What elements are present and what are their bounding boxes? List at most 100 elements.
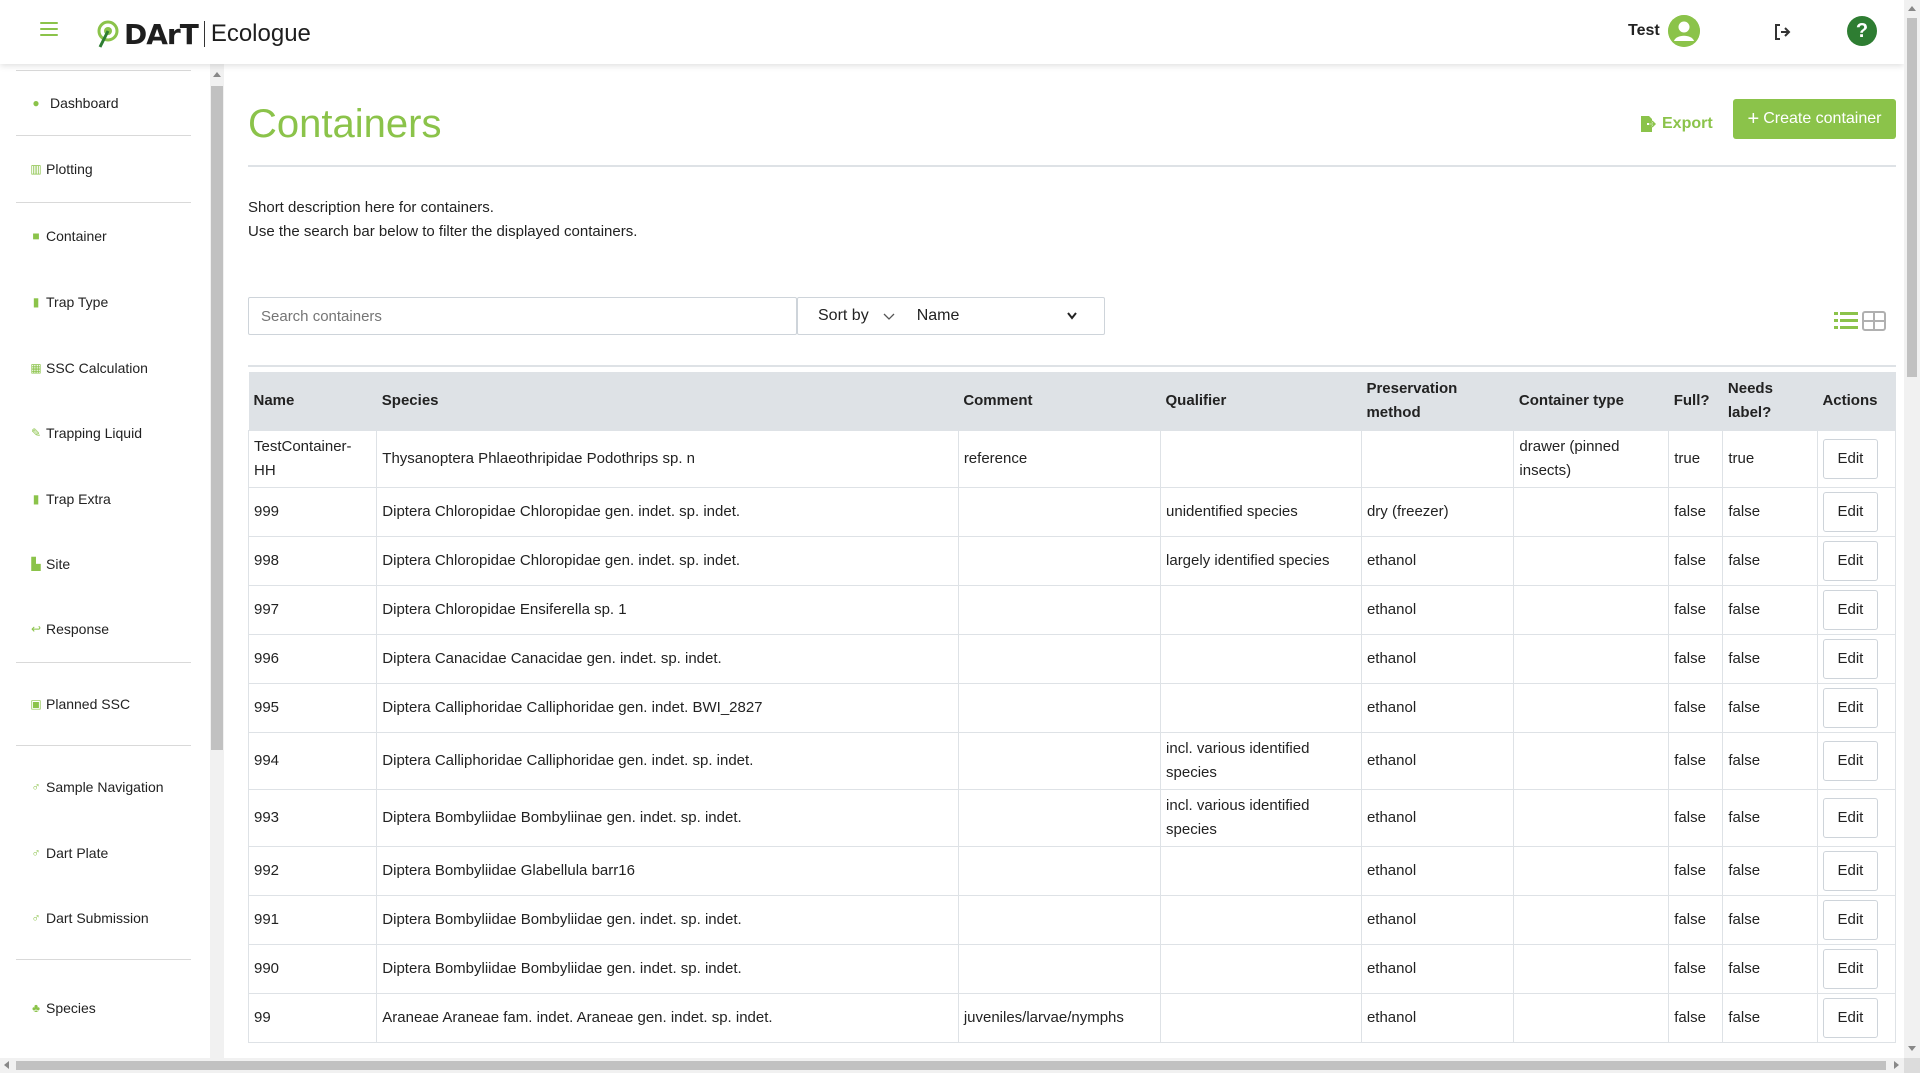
column-header-name[interactable]: Name [248, 372, 377, 430]
cell-name: 993 [247, 788, 378, 847]
column-header-container-type[interactable]: Container type [1513, 372, 1669, 430]
page-title: Containers [248, 102, 442, 146]
column-header-preservation[interactable]: Preservation method [1361, 372, 1514, 430]
sidebar-item-response[interactable]: ↩ Response [16, 596, 191, 662]
app-logo[interactable]: DArT Ecologue [96, 16, 311, 52]
cell-species: Diptera Bombyliidae Bombyliidae gen. ind… [376, 894, 959, 945]
edit-button[interactable]: Edit [1822, 997, 1878, 1038]
cell-needs-label: false [1722, 535, 1818, 586]
table-row: 996 Diptera Canacidae Canacidae gen. ind… [247, 633, 1897, 684]
cell-comment [957, 535, 1162, 586]
user-avatar-icon[interactable] [1668, 15, 1700, 47]
column-header-needs-label[interactable]: Needs label? [1722, 372, 1818, 430]
column-header-actions: Actions [1817, 372, 1896, 430]
sidebar-item-trap-extra[interactable]: ▮ Trap Extra [16, 466, 191, 531]
create-container-button[interactable]: + Create container [1733, 99, 1896, 139]
edit-button[interactable]: Edit [1822, 540, 1878, 581]
sidebar-item-ssc-calculation[interactable]: ▦ SSC Calculation [16, 335, 191, 400]
trash-icon: ▮ [32, 295, 40, 309]
cell-name: 999 [247, 486, 378, 537]
edit-button[interactable]: Edit [1822, 850, 1878, 891]
cell-container-type [1513, 992, 1670, 1043]
edit-button[interactable]: Edit [1822, 740, 1878, 781]
help-icon[interactable]: ? [1847, 16, 1877, 46]
list-view-icon[interactable] [1834, 311, 1858, 331]
cell-preservation: ethanol [1360, 894, 1515, 945]
cell-full: false [1668, 943, 1724, 994]
sidebar-item-dart-submission[interactable]: ♂ Dart Submission [16, 877, 191, 959]
calendar-icon: ▣ [30, 697, 42, 711]
sidebar-item-label: SSC Calculation [46, 359, 148, 376]
scroll-left-arrow-icon[interactable] [4, 1061, 9, 1069]
sidebar-item-plotting[interactable]: ▥ Plotting [16, 136, 191, 202]
cell-species: Diptera Calliphoridae Calliphoridae gen.… [376, 682, 959, 733]
sidebar-item-sample-navigation[interactable]: ♂ Sample Navigation [16, 746, 191, 828]
sidebar-item-dart-plate[interactable]: ♂ Dart Plate [16, 828, 191, 877]
column-header-species[interactable]: Species [376, 372, 959, 430]
cell-container-type [1513, 633, 1670, 684]
edit-button[interactable]: Edit [1822, 797, 1878, 838]
sidebar-scrollbar-thumb[interactable] [211, 86, 223, 750]
cell-container-type [1513, 486, 1670, 537]
cell-actions: Edit [1816, 943, 1897, 994]
export-button[interactable]: Export [1640, 108, 1713, 140]
search-input[interactable] [248, 297, 797, 335]
top-navbar: DArT Ecologue Test ? [0, 0, 1904, 64]
edit-button[interactable]: Edit [1822, 589, 1878, 630]
edit-button[interactable]: Edit [1822, 491, 1878, 532]
cell-full: false [1668, 894, 1724, 945]
sidebar-scrollbar[interactable] [210, 64, 224, 1058]
sidebar-item-label: Site [46, 555, 71, 572]
column-header-qualifier[interactable]: Qualifier [1160, 372, 1362, 430]
edit-button[interactable]: Edit [1822, 899, 1878, 940]
scroll-up-arrow-icon[interactable] [213, 72, 221, 77]
chevron-down-icon[interactable] [883, 310, 895, 322]
cell-actions: Edit [1816, 788, 1897, 847]
cell-comment [957, 845, 1162, 896]
cell-species: Diptera Canacidae Canacidae gen. indet. … [376, 633, 959, 684]
edit-button[interactable]: Edit [1822, 638, 1878, 679]
column-header-full[interactable]: Full? [1668, 372, 1723, 430]
cell-species: Diptera Calliphoridae Calliphoridae gen.… [376, 731, 959, 790]
cell-actions: Edit [1816, 845, 1897, 896]
edit-button[interactable]: Edit [1822, 948, 1878, 989]
cell-comment: reference [957, 429, 1162, 488]
scroll-right-arrow-icon[interactable] [1894, 1061, 1899, 1069]
scrollbar-corner [1904, 1058, 1920, 1073]
cell-qualifier [1160, 943, 1362, 994]
sort-field-select[interactable]: Name [917, 307, 1077, 325]
scroll-down-arrow-icon[interactable] [1908, 1046, 1916, 1051]
page-horizontal-scrollbar-thumb[interactable] [16, 1061, 1886, 1070]
sidebar-item-container[interactable]: ■ Container [16, 203, 191, 269]
cell-comment [957, 894, 1162, 945]
sidebar-item-species[interactable]: ♣ Species [16, 960, 191, 1056]
calculator-icon: ▦ [30, 360, 42, 375]
sidebar-item-trap-type[interactable]: ▮ Trap Type [16, 269, 191, 335]
page-vertical-scrollbar[interactable] [1904, 0, 1920, 1058]
sidebar-item-site[interactable]: ▙ Site [16, 531, 191, 596]
sidebar-item-label: Species [46, 1000, 96, 1016]
logout-icon[interactable] [1772, 22, 1792, 42]
cell-qualifier [1160, 584, 1362, 635]
hamburger-menu-icon[interactable] [40, 22, 58, 40]
sidebar-item-trapping-liquid[interactable]: ✎ Trapping Liquid [16, 400, 191, 466]
page-vertical-scrollbar-thumb[interactable] [1907, 18, 1917, 377]
cell-container-type [1513, 943, 1670, 994]
scroll-up-arrow-icon[interactable] [1908, 6, 1916, 11]
edit-button[interactable]: Edit [1822, 438, 1878, 479]
cell-full: false [1668, 731, 1724, 790]
sidebar-item-dashboard[interactable]: ● Dashboard [16, 71, 191, 135]
cell-actions: Edit [1816, 486, 1897, 537]
sidebar-item-planned-ssc[interactable]: ▣ Planned SSC [16, 663, 191, 745]
sidebar-item-label: Dashboard [50, 95, 119, 111]
cell-qualifier: largely identified species [1160, 535, 1362, 586]
page-horizontal-scrollbar[interactable] [0, 1058, 1904, 1073]
grid-view-icon[interactable] [1862, 311, 1886, 331]
column-header-comment[interactable]: Comment [958, 372, 1161, 430]
map-icon: ▙ [31, 556, 41, 571]
sidebar-item-label: Plotting [46, 161, 93, 177]
cell-needs-label: false [1722, 992, 1818, 1043]
table-row: 993 Diptera Bombyliidae Bombyliinae gen.… [247, 788, 1897, 847]
edit-button[interactable]: Edit [1822, 687, 1878, 728]
table-row: 998 Diptera Chloropidae Chloropidae gen.… [247, 535, 1897, 586]
